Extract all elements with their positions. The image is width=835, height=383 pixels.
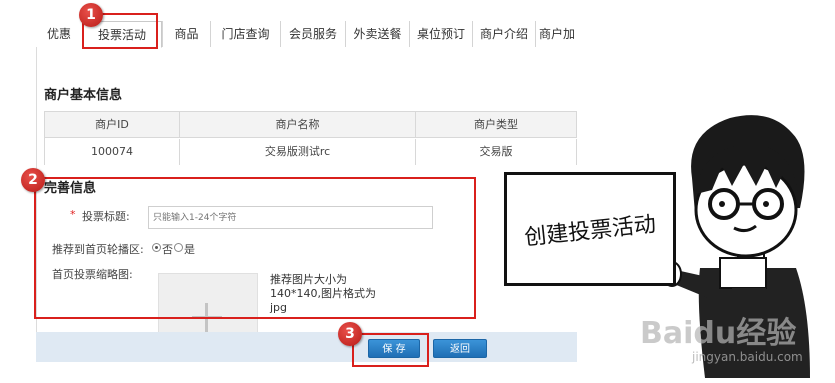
- annotation-box-3: [352, 333, 429, 367]
- step-badge-1: 1: [79, 3, 103, 27]
- tab-products[interactable]: 商品: [162, 21, 210, 47]
- whiteboard: 创建投票活动: [504, 172, 676, 286]
- merchant-info-table: 商户ID 商户名称 商户类型 100074 交易版测试rc 交易版: [44, 111, 577, 165]
- column-header-merchant-id: 商户ID: [45, 112, 180, 138]
- tab-merchant-more[interactable]: 商户加: [535, 21, 578, 47]
- step-badge-2: 2: [21, 168, 45, 192]
- tab-member-service[interactable]: 会员服务: [280, 21, 345, 47]
- tab-takeout[interactable]: 外卖送餐: [345, 21, 409, 47]
- column-header-merchant-name: 商户名称: [180, 112, 416, 138]
- baidu-watermark-url: jingyan.baidu.com: [692, 350, 803, 364]
- baidu-watermark-logo: Baidu经验: [640, 316, 797, 351]
- form-footer: [36, 332, 577, 362]
- tab-merchant-intro[interactable]: 商户介绍: [472, 21, 535, 47]
- cell-merchant-id: 100074: [45, 139, 180, 165]
- cell-merchant-name: 交易版测试rc: [180, 139, 416, 165]
- tab-store-search[interactable]: 门店查询: [210, 21, 280, 47]
- annotation-box-2: [34, 177, 476, 319]
- step-badge-3: 3: [338, 322, 362, 346]
- merchant-info-title: 商户基本信息: [44, 88, 123, 103]
- tab-table-booking[interactable]: 桌位预订: [409, 21, 472, 47]
- tab-discount[interactable]: 优惠: [36, 21, 82, 47]
- back-button[interactable]: 返回: [433, 339, 487, 358]
- whiteboard-text: 创建投票活动: [523, 212, 658, 251]
